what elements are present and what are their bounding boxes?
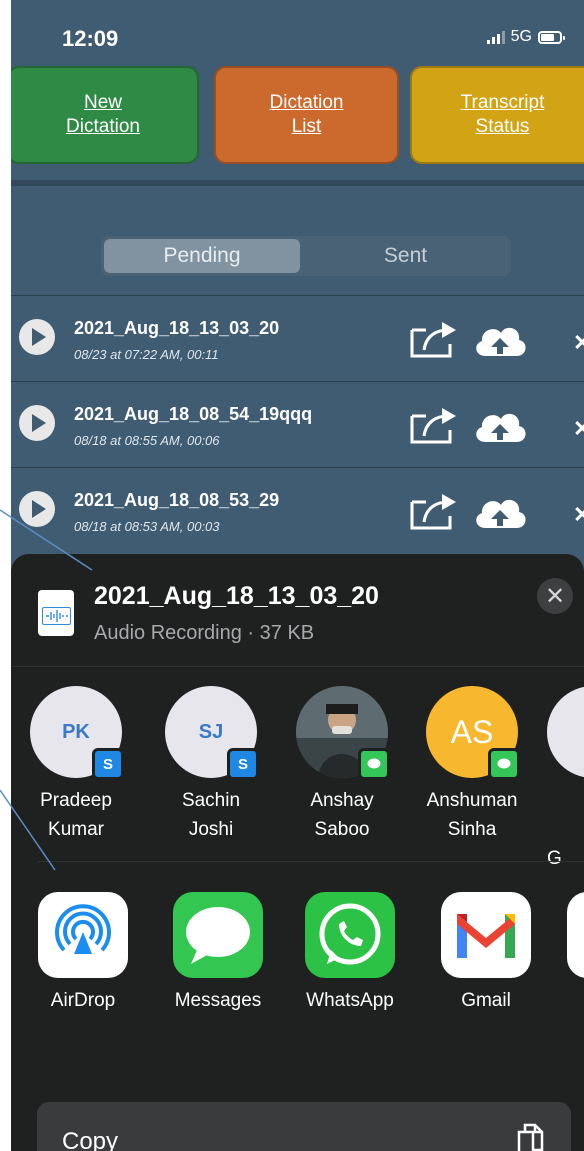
- share-sheet: 2021_Aug_18_13_03_20 Audio Recording · 3…: [11, 554, 584, 1151]
- share-icon[interactable]: [406, 488, 462, 532]
- app-label: Gmail: [461, 990, 511, 1011]
- airdrop-button[interactable]: AirDrop: [28, 892, 138, 1012]
- avatar: AS: [426, 686, 520, 780]
- gmail-button[interactable]: Gmail: [431, 892, 541, 1012]
- app-label: Messages: [174, 990, 262, 1011]
- play-icon[interactable]: [19, 405, 55, 441]
- app-label: WhatsApp: [306, 990, 394, 1011]
- gmail-icon: [441, 892, 531, 978]
- contact-anshay-saboo[interactable]: Anshay Saboo: [282, 686, 402, 844]
- cloud-upload-icon[interactable]: [471, 488, 529, 532]
- tab-sent[interactable]: Sent: [303, 239, 508, 273]
- messages-badge-icon: [488, 748, 520, 780]
- copy-label: Copy: [62, 1128, 119, 1151]
- segmented-control: Pending Sent: [101, 236, 511, 276]
- recording-name: 2021_Aug_18_08_53_29: [74, 490, 280, 510]
- recording-meta: 08/18 at 08:53 AM, 00:03: [74, 519, 220, 534]
- phone-frame: 12:09 5G New Dictation Dictation List Tr…: [0, 0, 584, 1151]
- transcript-status-label: Transcript Status: [460, 92, 545, 137]
- contact-partial[interactable]: G: [547, 686, 584, 873]
- contact-sachin-joshi[interactable]: SJ S Sachin Joshi: [151, 686, 271, 844]
- new-dictation-label: New Dictation: [66, 92, 140, 137]
- audio-file-icon: [38, 590, 74, 636]
- avatar: PK S: [30, 686, 124, 780]
- recording-meta: 08/23 at 07:22 AM, 00:11: [74, 347, 219, 362]
- close-icon[interactable]: ✕: [573, 502, 584, 528]
- app-icon: [567, 892, 584, 978]
- shared-file-name: 2021_Aug_18_13_03_20: [94, 582, 379, 610]
- signal-icon: [486, 30, 505, 44]
- recording-meta: 08/18 at 08:55 AM, 00:06: [74, 433, 220, 448]
- divider: [11, 180, 584, 186]
- close-icon[interactable]: ✕: [573, 416, 584, 442]
- contact-name: Sachin Joshi: [181, 790, 241, 840]
- whatsapp-button[interactable]: WhatsApp: [295, 892, 405, 1012]
- copy-action[interactable]: Copy: [37, 1102, 571, 1151]
- dictation-list-label: Dictation List: [269, 92, 344, 137]
- app-screen: 12:09 5G New Dictation Dictation List Tr…: [11, 0, 584, 1151]
- recording-row[interactable]: 2021_Aug_18_08_54_19qqq 08/18 at 08:55 A…: [11, 381, 584, 468]
- tab-pending[interactable]: Pending: [104, 239, 300, 273]
- cloud-upload-icon[interactable]: [471, 402, 529, 446]
- messages-button[interactable]: Messages: [163, 892, 273, 1012]
- whatsapp-icon: [305, 892, 395, 978]
- dictation-list-button[interactable]: Dictation List: [214, 66, 399, 164]
- contact-name: Anshuman Sinha: [426, 790, 518, 840]
- more-app-partial[interactable]: [567, 892, 584, 978]
- close-icon[interactable]: ✕: [573, 330, 584, 356]
- app-label: AirDrop: [50, 990, 116, 1011]
- messages-icon: [173, 892, 263, 978]
- contact-name: G: [547, 848, 562, 869]
- copy-icon: [517, 1123, 544, 1151]
- shared-file-subtitle: Audio Recording · 37 KB: [94, 622, 315, 644]
- new-dictation-button[interactable]: New Dictation: [11, 66, 199, 164]
- play-icon[interactable]: [19, 319, 55, 355]
- recording-row[interactable]: 2021_Aug_18_08_53_29 08/18 at 08:53 AM, …: [11, 467, 584, 554]
- status-time: 12:09: [62, 26, 119, 51]
- avatar: SJ S: [165, 686, 259, 780]
- status-indicators: 5G: [486, 28, 565, 46]
- skype-icon: S: [227, 748, 259, 780]
- network-label: 5G: [510, 28, 532, 45]
- battery-icon: [538, 30, 565, 44]
- status-bar: 12:09 5G: [11, 0, 584, 60]
- share-sheet-close-button[interactable]: ✕: [537, 578, 573, 614]
- airdrop-icon: [38, 892, 128, 978]
- avatar: [547, 686, 584, 778]
- messages-badge-icon: [358, 748, 390, 780]
- contact-pradeep-kumar[interactable]: PK S Pradeep Kumar: [16, 686, 136, 844]
- recording-name: 2021_Aug_18_08_54_19qqq: [74, 404, 313, 424]
- recording-row[interactable]: 2021_Aug_18_13_03_20 08/23 at 07:22 AM, …: [11, 295, 584, 382]
- play-icon[interactable]: [19, 491, 55, 527]
- recording-name: 2021_Aug_18_13_03_20: [74, 318, 280, 338]
- share-icon[interactable]: [406, 402, 462, 446]
- avatar-photo: [296, 686, 390, 780]
- share-icon[interactable]: [406, 316, 462, 360]
- skype-icon: S: [92, 748, 124, 780]
- contact-name: Anshay Saboo: [310, 790, 374, 840]
- cloud-upload-icon[interactable]: [471, 316, 529, 360]
- divider: [11, 666, 584, 667]
- divider: [38, 861, 584, 862]
- transcript-status-button[interactable]: Transcript Status: [410, 66, 584, 164]
- contact-name: Pradeep Kumar: [40, 790, 112, 840]
- contact-anshuman-sinha[interactable]: AS Anshuman Sinha: [412, 686, 532, 844]
